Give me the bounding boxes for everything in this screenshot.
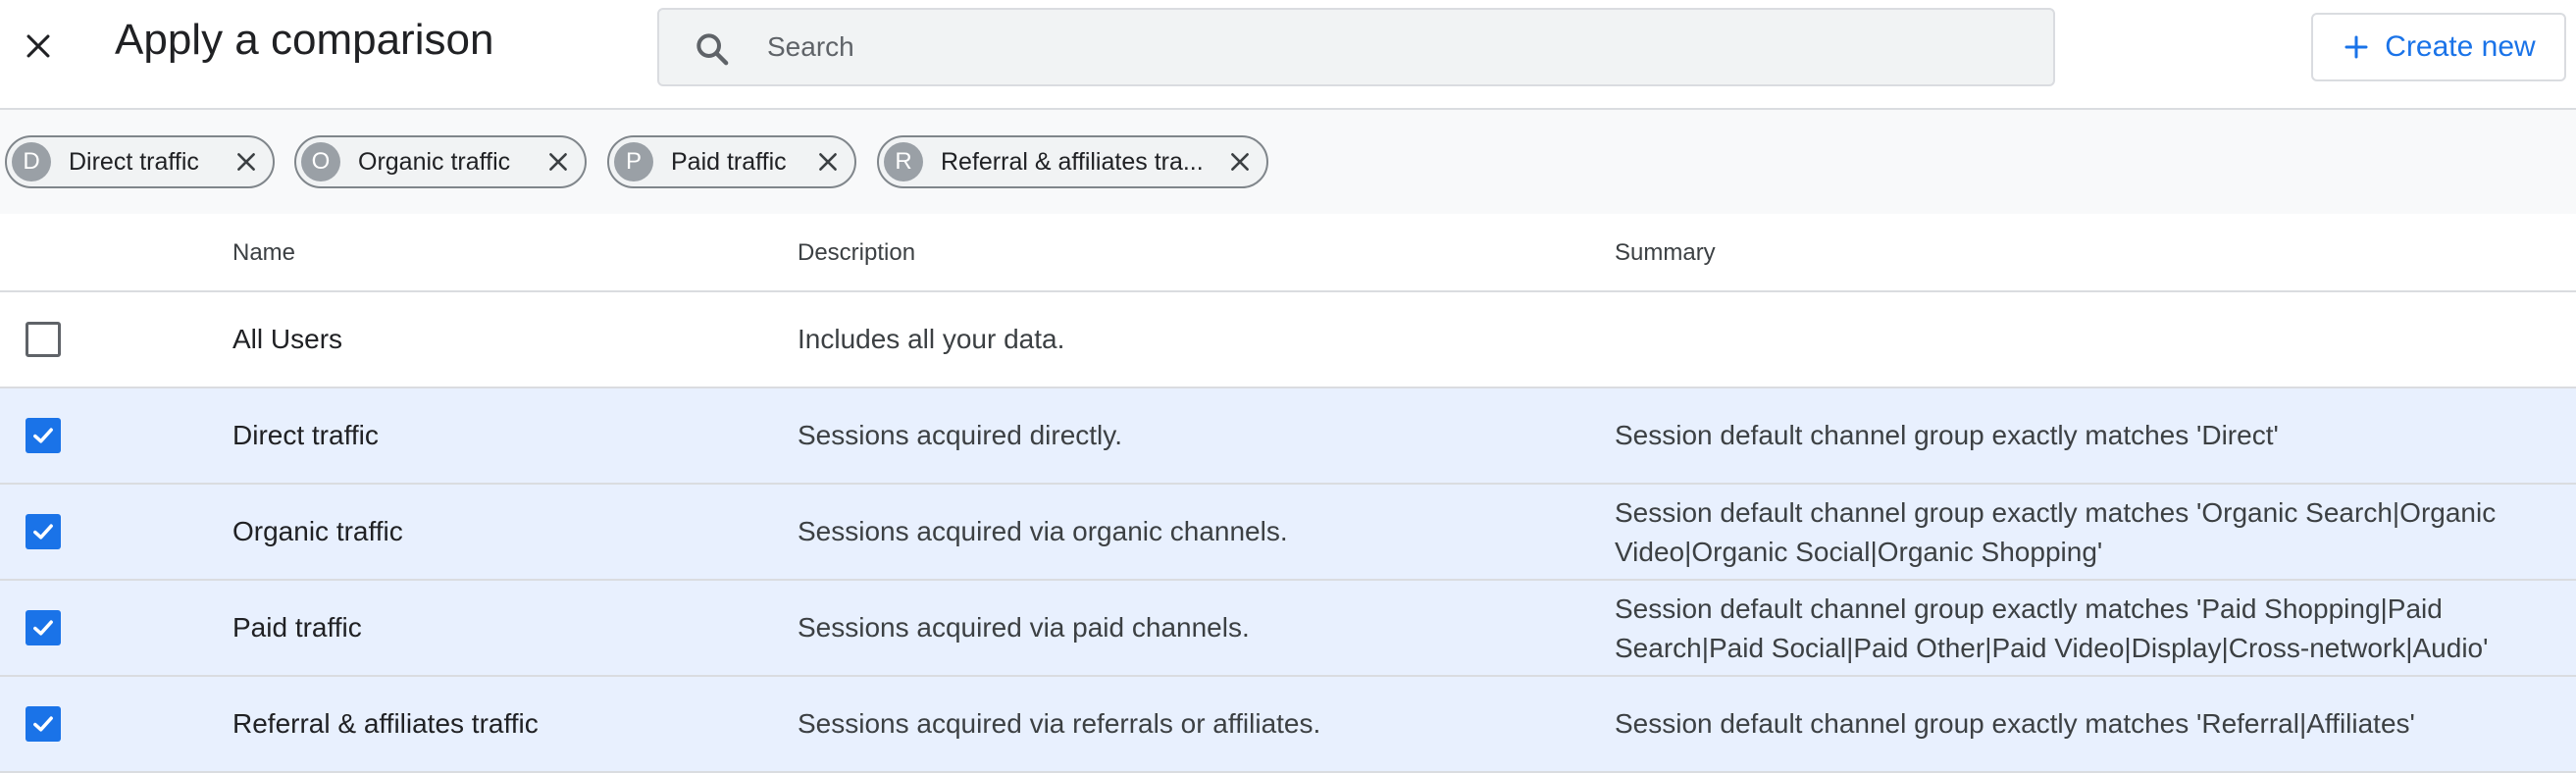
create-new-button[interactable]: Create new <box>2311 13 2566 81</box>
segments-table: Name Description Summary All Users Inclu… <box>0 214 2576 773</box>
row-name: Direct traffic <box>232 420 379 450</box>
close-icon <box>1231 153 1249 171</box>
remove-chip-button[interactable] <box>1225 147 1255 177</box>
remove-chip-button[interactable] <box>232 147 261 177</box>
chip-label: Referral & affiliates tra... <box>941 147 1204 176</box>
row-name: Organic traffic <box>232 516 403 546</box>
column-header-name[interactable]: Name <box>232 239 295 267</box>
close-icon <box>26 34 50 58</box>
chip-avatar: R <box>884 142 923 181</box>
search-input[interactable] <box>767 10 2033 84</box>
row-checkbox[interactable] <box>26 706 61 742</box>
row-name: All Users <box>232 324 343 354</box>
chip-paid-traffic[interactable]: P Paid traffic <box>607 135 856 188</box>
row-description: Sessions acquired via paid channels. <box>798 612 1250 643</box>
table-row-paid-traffic[interactable]: Paid traffic Sessions acquired via paid … <box>0 581 2576 677</box>
table-row-direct-traffic[interactable]: Direct traffic Sessions acquired directl… <box>0 388 2576 485</box>
dialog-header: Apply a comparison Create new <box>0 0 2576 110</box>
close-icon <box>819 153 837 171</box>
check-icon <box>33 620 53 636</box>
chip-avatar: P <box>614 142 653 181</box>
row-name: Referral & affiliates traffic <box>232 708 539 739</box>
chip-direct-traffic[interactable]: D Direct traffic <box>5 135 275 188</box>
chip-label: Direct traffic <box>69 147 199 176</box>
close-icon <box>549 153 567 171</box>
check-icon <box>33 716 53 732</box>
row-checkbox[interactable] <box>26 514 61 549</box>
row-summary: Session default channel group exactly ma… <box>1615 593 2489 663</box>
close-icon <box>237 153 255 171</box>
remove-chip-button[interactable] <box>813 147 843 177</box>
table-row-all-users[interactable]: All Users Includes all your data. <box>0 292 2576 388</box>
chip-label: Organic traffic <box>358 147 511 176</box>
row-summary: Session default channel group exactly ma… <box>1615 420 2279 450</box>
chip-avatar: O <box>301 142 340 181</box>
row-description: Sessions acquired via referrals or affil… <box>798 708 1321 739</box>
close-button[interactable] <box>14 22 63 71</box>
column-header-summary: Summary <box>1615 239 1716 266</box>
table-row-organic-traffic[interactable]: Organic traffic Sessions acquired via or… <box>0 485 2576 581</box>
row-name: Paid traffic <box>232 612 362 643</box>
check-icon <box>33 524 53 540</box>
row-checkbox[interactable] <box>26 610 61 645</box>
row-checkbox[interactable] <box>26 322 61 357</box>
table-row-referral-affiliates-traffic[interactable]: Referral & affiliates traffic Sessions a… <box>0 677 2576 773</box>
chip-referral-affiliates-traffic[interactable]: R Referral & affiliates tra... <box>877 135 1268 188</box>
chip-label: Paid traffic <box>671 147 787 176</box>
selected-comparisons-bar: D Direct traffic O Organic traffic P Pai… <box>0 110 2576 214</box>
row-description: Sessions acquired directly. <box>798 420 1122 450</box>
chip-organic-traffic[interactable]: O Organic traffic <box>294 135 587 188</box>
chip-avatar: D <box>12 142 51 181</box>
create-new-label: Create new <box>2385 30 2536 63</box>
check-icon <box>33 428 53 443</box>
row-summary: Session default channel group exactly ma… <box>1615 708 2415 739</box>
search-box[interactable] <box>657 8 2055 86</box>
table-header: Name Description Summary <box>0 214 2576 292</box>
search-icon <box>696 33 729 66</box>
row-description: Sessions acquired via organic channels. <box>798 516 1288 546</box>
remove-chip-button[interactable] <box>543 147 573 177</box>
plus-icon <box>2344 35 2368 59</box>
row-checkbox[interactable] <box>26 418 61 453</box>
row-summary: Session default channel group exactly ma… <box>1615 497 2497 567</box>
row-description: Includes all your data. <box>798 324 1065 354</box>
page-title: Apply a comparison <box>115 16 494 64</box>
column-header-description: Description <box>798 239 916 266</box>
